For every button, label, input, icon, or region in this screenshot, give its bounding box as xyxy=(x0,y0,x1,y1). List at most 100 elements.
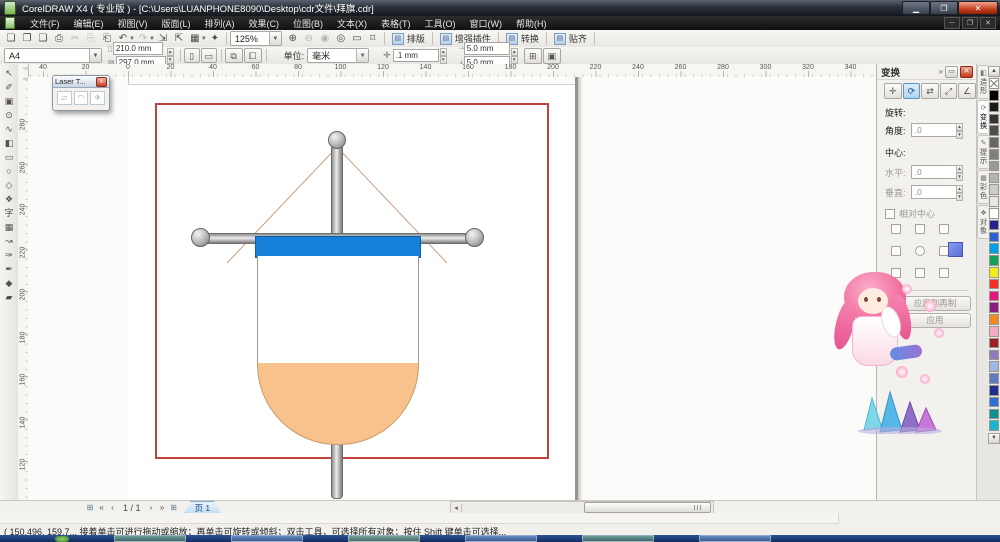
print-button[interactable]: ⎙ xyxy=(51,32,67,46)
anchor-checkbox-2-2[interactable] xyxy=(939,268,949,278)
last-page-icon[interactable]: » xyxy=(157,503,168,512)
swatch-#2A5FD7[interactable] xyxy=(989,232,999,243)
units-combo[interactable]: 毫米▼ xyxy=(307,48,369,63)
menu-工具(O)[interactable]: 工具(O) xyxy=(418,17,463,30)
zoom-in-button[interactable]: ⊕ xyxy=(285,32,301,46)
rectangle-tool[interactable]: ▭ xyxy=(2,151,17,164)
copy-button[interactable]: ⎘ xyxy=(83,32,99,46)
swatch-#ED3124[interactable] xyxy=(989,279,999,290)
anchor-checkbox-0-0[interactable] xyxy=(891,224,901,234)
all-pages-button[interactable]: ⧉ xyxy=(225,48,243,63)
save-document-button[interactable]: ❑ xyxy=(35,32,51,46)
swatch-#E5177F[interactable] xyxy=(989,291,999,302)
swatch-#333333[interactable] xyxy=(989,114,999,125)
taskbar-window-5[interactable] xyxy=(582,535,654,542)
duplicate-spinner[interactable]: ▲▼ xyxy=(511,48,518,64)
menu-帮助(H)[interactable]: 帮助(H) xyxy=(509,17,554,30)
anchor-checkbox-0-1[interactable] xyxy=(915,224,925,234)
crossbar-left-ball[interactable] xyxy=(191,228,210,247)
zoom-tool[interactable]: ⊙ xyxy=(2,109,17,122)
add-page-icon[interactable]: ⊞ xyxy=(84,503,96,512)
zoom-selected-button[interactable]: ◉ xyxy=(317,32,333,46)
swatch-#9E1F20[interactable] xyxy=(989,338,999,349)
landscape-button[interactable]: ▭ xyxy=(201,48,217,63)
taskbar-window-6[interactable] xyxy=(699,535,771,542)
swatch-#4D4D4D[interactable] xyxy=(989,125,999,136)
add-page-after-icon[interactable]: ⊞ xyxy=(168,503,180,512)
menu-排列(A)[interactable]: 排列(A) xyxy=(198,17,242,30)
duplicate-x-field[interactable]: 5.0 mm xyxy=(464,42,510,55)
current-page-button[interactable]: ⧠ xyxy=(244,48,262,63)
interactive-fill-tool[interactable]: ▰ xyxy=(2,291,17,304)
docker-expand-icon[interactable]: » xyxy=(939,67,943,76)
menu-窗口(W)[interactable]: 窗口(W) xyxy=(463,17,510,30)
pick-tool[interactable]: ↖ xyxy=(2,67,17,80)
taskbar-window-4[interactable] xyxy=(465,535,537,542)
crop-tool[interactable]: ▣ xyxy=(2,95,17,108)
swatch-no-color[interactable] xyxy=(989,78,999,89)
portrait-button[interactable]: ▯ xyxy=(184,48,200,63)
swatch-#000000[interactable] xyxy=(989,90,999,101)
welcome-screen-button[interactable]: ✦ xyxy=(207,32,223,46)
zoom-level-combo[interactable]: 125%▼ xyxy=(230,31,282,46)
menu-视图(V)[interactable]: 视图(V) xyxy=(111,17,155,30)
menu-文本(X)[interactable]: 文本(X) xyxy=(330,17,374,30)
export-button[interactable]: ⇱ xyxy=(171,32,187,46)
center-h-spinner[interactable]: ▲▼ xyxy=(956,165,963,181)
swatch-#F7A8C4[interactable] xyxy=(989,326,999,337)
apply-button[interactable]: 应用 xyxy=(899,313,971,328)
maximize-button[interactable]: ❐ xyxy=(930,1,958,15)
snap-options-button[interactable]: ⊞ xyxy=(524,48,542,64)
swatch-#5E7BC4[interactable] xyxy=(989,373,999,384)
angle-spinner[interactable]: ▲▼ xyxy=(956,123,963,139)
outline-tool[interactable]: ✒ xyxy=(2,263,17,276)
transform-rotate-button[interactable]: ⟳ xyxy=(903,83,921,99)
eyedropper-tool[interactable]: ✑ xyxy=(2,249,17,262)
plugin-button-贴齐[interactable]: ▤贴齐 xyxy=(550,32,591,46)
paper-width-field[interactable]: 210.0 mm xyxy=(113,42,163,55)
zoom-page-button[interactable]: ▭ xyxy=(349,32,365,46)
transform-skew-button[interactable]: ∠ xyxy=(958,83,976,99)
nudge-field[interactable]: .1 mm xyxy=(393,49,439,62)
mdi-close-button[interactable]: ✕ xyxy=(980,17,996,29)
anchor-checkbox-0-2[interactable] xyxy=(939,224,949,234)
anchor-checkbox-1-1[interactable] xyxy=(915,246,925,256)
swatch-#00A0E9[interactable] xyxy=(989,243,999,254)
anchor-checkbox-1-0[interactable] xyxy=(891,246,901,256)
mdi-minimize-button[interactable]: ─ xyxy=(944,17,960,29)
anchor-checkbox-2-0[interactable] xyxy=(891,268,901,278)
docker-close-button[interactable]: ✕ xyxy=(960,66,973,78)
zoom-all-objects-button[interactable]: ◎ xyxy=(333,32,349,46)
banner-body[interactable] xyxy=(257,256,419,364)
swatch-#666666[interactable] xyxy=(989,137,999,148)
plugin-button-排版[interactable]: ▤排版 xyxy=(388,32,429,46)
swatch-#999999[interactable] xyxy=(989,161,999,172)
scroll-left-icon[interactable]: ◂ xyxy=(451,504,462,512)
transform-size-button[interactable]: ⤢ xyxy=(940,83,958,99)
relative-center-checkbox[interactable] xyxy=(885,209,895,219)
transform-scale-mirror-button[interactable]: ⇄ xyxy=(921,83,939,99)
text-tool[interactable]: 字 xyxy=(2,207,17,220)
minimize-button[interactable]: ▁ xyxy=(902,1,930,15)
swatch-#26238F[interactable] xyxy=(989,220,999,231)
fill-tool[interactable]: ◆ xyxy=(2,277,17,290)
swatch-#2D6FD2[interactable] xyxy=(989,397,999,408)
scrollbar-thumb[interactable] xyxy=(584,502,711,513)
swatch-#202F8F[interactable] xyxy=(989,385,999,396)
smart-fill-tool[interactable]: ◧ xyxy=(2,137,17,150)
palette-scroll-up[interactable]: ▲ xyxy=(988,66,1000,77)
paper-size-combo[interactable]: A4▼ xyxy=(4,48,102,63)
swatch-#CCCCCC[interactable] xyxy=(989,184,999,195)
palette-scroll-down[interactable]: ▼ xyxy=(988,433,1000,444)
crossbar-right-ball[interactable] xyxy=(465,228,484,247)
start-button[interactable] xyxy=(55,536,69,542)
swatch-#19B5CE[interactable] xyxy=(989,420,999,431)
menu-版面(L)[interactable]: 版面(L) xyxy=(155,17,198,30)
paper-size-spinner[interactable]: ▲▼ xyxy=(167,48,174,64)
pole-top-ball[interactable] xyxy=(328,131,346,149)
menu-表格(T)[interactable]: 表格(T) xyxy=(374,17,418,30)
center-v-field[interactable]: .0 xyxy=(911,185,958,199)
drawing-canvas[interactable] xyxy=(28,77,876,500)
interactive-blend-tool[interactable]: ↝ xyxy=(2,235,17,248)
close-button[interactable]: ✕ xyxy=(958,1,998,15)
